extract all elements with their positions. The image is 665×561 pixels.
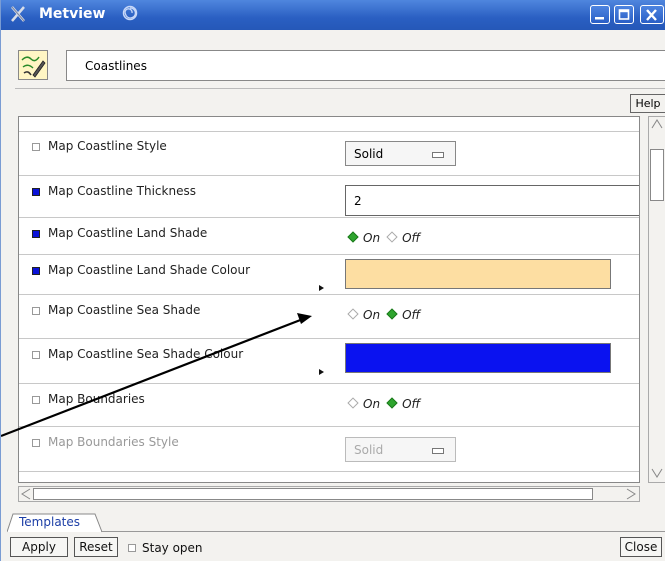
pen-map-icon [19, 51, 47, 79]
param-row: Map Coastline Thickness 2 [19, 176, 639, 218]
option-menu-value: Solid [354, 147, 384, 161]
horizontal-scroll-thumb[interactable] [33, 488, 593, 500]
param-label: Map Coastline Style [48, 139, 167, 153]
separator [15, 88, 665, 89]
option-indicator-icon [432, 152, 444, 158]
radio-on-icon[interactable] [347, 308, 359, 320]
radio-on-icon[interactable] [347, 397, 359, 409]
param-row: Map Boundaries On Off [19, 384, 639, 427]
colour-swatch[interactable] [345, 259, 611, 289]
vertical-scrollbar[interactable] [648, 116, 665, 483]
colour-swatch[interactable] [345, 343, 611, 373]
icon-name-field[interactable]: Coastlines [66, 50, 665, 81]
radio-on-icon[interactable] [347, 231, 359, 243]
option-menu: Solid [345, 437, 456, 462]
parameter-list[interactable]: Map Coastline Style Solid Map Coastline Th… [18, 116, 640, 483]
param-label: Map Boundaries Style [48, 435, 179, 449]
tab-templates-label: Templates [19, 515, 81, 529]
param-row: Map Coastline Style Solid [19, 131, 639, 176]
param-row: Map Boundaries Style Solid [19, 427, 639, 472]
param-checkbox[interactable] [32, 188, 40, 196]
vertical-scroll-thumb[interactable] [650, 149, 664, 201]
param-checkbox[interactable] [32, 439, 40, 447]
radio-off-label[interactable]: Off [402, 397, 420, 411]
stay-open-checkbox[interactable] [128, 544, 136, 552]
param-label: Map Coastline Sea Shade Colour [48, 347, 244, 361]
on-off-radio[interactable]: On Off [347, 308, 420, 322]
param-label: Map Coastline Thickness [48, 184, 196, 198]
tab-baseline [101, 531, 665, 532]
radio-on-label[interactable]: On [363, 308, 380, 322]
reset-button[interactable]: Reset [74, 537, 118, 557]
tab-bar: Templates [1, 510, 665, 533]
radio-on-label[interactable]: On [363, 397, 380, 411]
scroll-left-icon[interactable] [20, 487, 32, 501]
option-menu-value: Solid [354, 443, 384, 457]
param-label: Map Coastline Sea Shade [48, 303, 201, 317]
colour-expand-icon[interactable] [319, 369, 324, 375]
option-indicator-icon [432, 448, 444, 454]
radio-off-label[interactable]: Off [402, 231, 420, 245]
maximize-icon [618, 9, 630, 20]
scroll-right-icon[interactable] [625, 487, 637, 501]
icon-name-bar: Coastlines [15, 50, 665, 82]
param-checkbox[interactable] [32, 230, 40, 238]
close-icon [646, 9, 657, 21]
stay-open-label: Stay open [142, 541, 203, 555]
param-checkbox[interactable] [32, 396, 40, 404]
scroll-up-icon[interactable] [649, 118, 665, 130]
radio-on-label[interactable]: On [363, 231, 380, 245]
param-label: Map Coastline Land Shade Colour [48, 263, 251, 277]
row-partial-top [19, 117, 639, 132]
help-button[interactable]: Help [630, 94, 665, 113]
spiral-icon [122, 5, 138, 21]
param-label: Map Boundaries [48, 392, 145, 406]
apply-button[interactable]: Apply [10, 537, 68, 557]
param-checkbox[interactable] [32, 143, 40, 151]
minimize-button[interactable] [590, 5, 610, 24]
scroll-down-icon[interactable] [649, 467, 665, 479]
horizontal-scrollbar[interactable] [18, 486, 640, 502]
param-label: Map Coastline Land Shade [48, 226, 208, 240]
title-bar[interactable]: Metview [1, 0, 665, 30]
radio-off-icon[interactable] [386, 397, 398, 409]
param-checkbox[interactable] [32, 351, 40, 359]
radio-off-label[interactable]: Off [402, 308, 420, 322]
on-off-radio[interactable]: On Off [347, 397, 420, 411]
close-window-button[interactable] [640, 5, 664, 24]
param-row: Map Coastline Land Shade On Off [19, 218, 639, 255]
radio-off-icon[interactable] [386, 308, 398, 320]
minimize-icon [595, 17, 604, 20]
coastlines-app-icon [18, 50, 48, 80]
maximize-button[interactable] [614, 5, 634, 24]
colour-expand-icon[interactable] [319, 285, 324, 291]
thickness-input[interactable]: 2 [345, 185, 639, 216]
param-row: Map Coastline Sea Shade Colour [19, 339, 639, 384]
x-logo-icon [11, 6, 25, 22]
tab-templates[interactable]: Templates [7, 513, 103, 533]
close-button[interactable]: Close [620, 537, 662, 557]
on-off-radio[interactable]: On Off [347, 231, 420, 245]
option-menu[interactable]: Solid [345, 141, 456, 166]
metview-window: Metview Coastlines Help Map Coastline St… [0, 0, 665, 561]
param-row: Map Coastline Land Shade Colour [19, 255, 639, 295]
param-checkbox[interactable] [32, 267, 40, 275]
radio-off-icon[interactable] [386, 231, 398, 243]
window-title: Metview [39, 6, 106, 22]
param-row: Map Coastline Sea Shade On Off [19, 295, 639, 339]
param-checkbox[interactable] [32, 307, 40, 315]
